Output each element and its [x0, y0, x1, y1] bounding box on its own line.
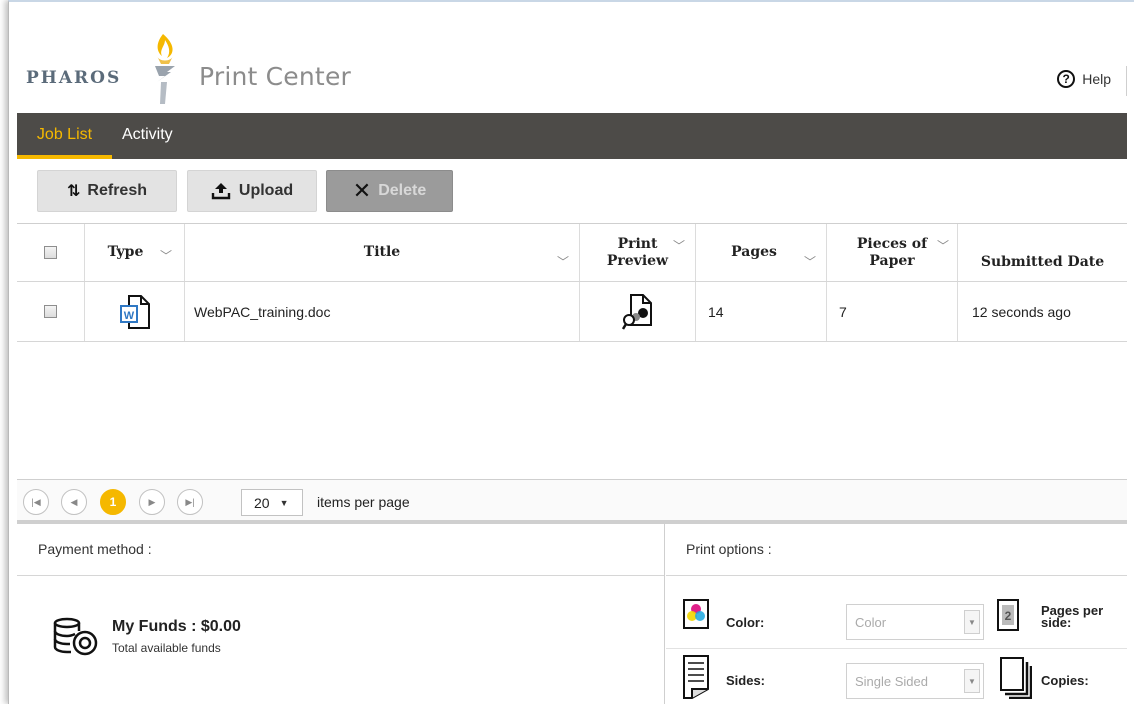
help-link[interactable]: ? Help: [1057, 70, 1111, 88]
prev-page-button[interactable]: ◀: [61, 489, 87, 515]
refresh-icon: ⇅: [67, 183, 81, 200]
row-pieces-cell: 7: [827, 282, 958, 341]
product-name: Print Center: [199, 62, 351, 91]
column-pieces-label-2: Paper: [869, 252, 915, 269]
header-divider: [1126, 66, 1127, 96]
column-submitted-label: Submitted Date: [980, 254, 1105, 270]
tab-activity[interactable]: Activity: [122, 113, 202, 159]
upload-button[interactable]: Upload: [187, 170, 317, 212]
chevron-down-icon: ﹀: [556, 255, 569, 269]
caret-down-icon: ▼: [279, 497, 289, 508]
color-select[interactable]: Color ▼: [846, 604, 984, 640]
pages-per-side-icon: 2: [997, 599, 1019, 631]
funds-subtitle: Total available funds: [112, 641, 221, 655]
table-row[interactable]: W WebPAC_training.doc 14 7 12 seconds ag…: [17, 282, 1127, 342]
row-submitted-cell: 12 seconds ago: [972, 303, 1071, 320]
caret-down-icon: ▼: [964, 669, 980, 693]
help-label: Help: [1082, 71, 1111, 87]
column-header-pages[interactable]: Pages ﹀: [696, 224, 827, 281]
sides-icon: [683, 655, 709, 699]
sides-label: Sides:: [726, 673, 766, 688]
grid-empty-area: [17, 342, 1127, 479]
word-document-icon: W: [119, 294, 150, 329]
chevron-down-icon: ﹀: [159, 249, 172, 263]
row-select-cell: [17, 282, 85, 341]
column-print-preview-label-2: Preview: [606, 252, 669, 269]
job-grid: Type ﹀ Title ﹀ Print Preview ﹀ Pages ﹀ P…: [17, 223, 1127, 524]
column-print-preview-label-1: Print: [617, 235, 658, 252]
pages-per-side-label: Pages per side:: [1041, 604, 1103, 630]
svg-text:2: 2: [1005, 609, 1012, 623]
help-icon: ?: [1057, 70, 1076, 88]
window-frame: PHAROS Print Center ? Help Job List Acti…: [8, 0, 1134, 704]
delete-button[interactable]: ✕ Delete: [326, 170, 453, 212]
current-page-button[interactable]: 1: [100, 489, 126, 515]
caret-down-icon: ▼: [964, 610, 980, 634]
delete-label: Delete: [378, 182, 427, 199]
print-options-title: Print options :: [666, 523, 1127, 576]
upload-label: Upload: [238, 182, 294, 199]
header: PHAROS Print Center ? Help: [17, 6, 1127, 112]
pages-per-side-label-2: side:: [1041, 615, 1072, 630]
print-options-panel: Print options : Color: Color ▼ 2 Pages p…: [666, 523, 1127, 704]
select-all-checkbox[interactable]: [44, 246, 57, 259]
funds-balance: My Funds : $0.00: [112, 618, 241, 635]
chevron-down-icon: ﹀: [672, 239, 685, 253]
sides-select-value: Single Sided: [855, 673, 928, 689]
torch-logo-icon: [155, 34, 175, 104]
row-checkbox[interactable]: [44, 305, 57, 318]
row-print-preview-cell[interactable]: [580, 282, 696, 341]
navbar: Job List Activity: [17, 113, 1127, 159]
column-pages-label: Pages: [731, 244, 777, 260]
column-header-submitted-date[interactable]: Submitted Date: [958, 224, 1127, 281]
column-type-label: Type: [107, 244, 144, 260]
upload-icon: [211, 183, 231, 200]
grid-header: Type ﹀ Title ﹀ Print Preview ﹀ Pages ﹀ P…: [17, 224, 1127, 282]
chevron-down-icon: ﹀: [936, 239, 949, 253]
row-pages-cell: 14: [696, 282, 827, 341]
next-page-button[interactable]: ▶: [139, 489, 165, 515]
toolbar: ⇅ Refresh Upload ✕ Delete: [17, 159, 1127, 223]
coins-icon: [53, 617, 98, 656]
copies-label: Copies:: [1041, 673, 1089, 688]
brand-logo-text: PHAROS: [26, 68, 122, 88]
column-header-print-preview[interactable]: Print Preview ﹀: [580, 224, 696, 281]
delete-icon: ✕: [352, 178, 372, 203]
print-preview-icon: [621, 293, 652, 330]
per-page-label: items per page: [317, 494, 410, 510]
copies-icon: [1000, 657, 1032, 699]
column-header-type[interactable]: Type ﹀: [85, 224, 185, 281]
column-pieces-label-1: Pieces of: [856, 235, 928, 252]
refresh-label: Refresh: [87, 182, 147, 199]
column-header-pieces-of-paper[interactable]: Pieces of Paper ﹀: [827, 224, 958, 281]
column-title-label: Title: [363, 244, 401, 260]
print-center-app: PHAROS Print Center ? Help Job List Acti…: [17, 6, 1127, 704]
per-page-select[interactable]: 20 ▼: [241, 489, 303, 516]
refresh-button[interactable]: ⇅ Refresh: [37, 170, 177, 212]
payment-title: Payment method :: [17, 523, 664, 576]
pager: |◀ ◀ 1 ▶ ▶| 20 ▼ items per page: [17, 479, 1127, 524]
sides-select[interactable]: Single Sided ▼: [846, 663, 984, 699]
svg-text:W: W: [123, 310, 134, 322]
last-page-button[interactable]: ▶|: [177, 489, 203, 515]
chevron-down-icon: ﹀: [803, 255, 816, 269]
header-select-all-cell: [17, 224, 85, 281]
first-page-button[interactable]: |◀: [23, 489, 49, 515]
row-title-cell[interactable]: WebPAC_training.doc: [185, 282, 580, 341]
options-divider: [666, 648, 1127, 649]
per-page-value: 20: [254, 494, 270, 511]
column-header-title[interactable]: Title ﹀: [185, 224, 580, 281]
color-label: Color:: [726, 615, 765, 630]
payment-panel: Payment method : My Funds : $0.00 Total …: [17, 523, 665, 704]
tab-job-list[interactable]: Job List: [17, 113, 112, 159]
row-type-cell: W: [85, 282, 185, 341]
color-select-value: Color: [855, 614, 887, 630]
color-icon: [683, 599, 709, 629]
